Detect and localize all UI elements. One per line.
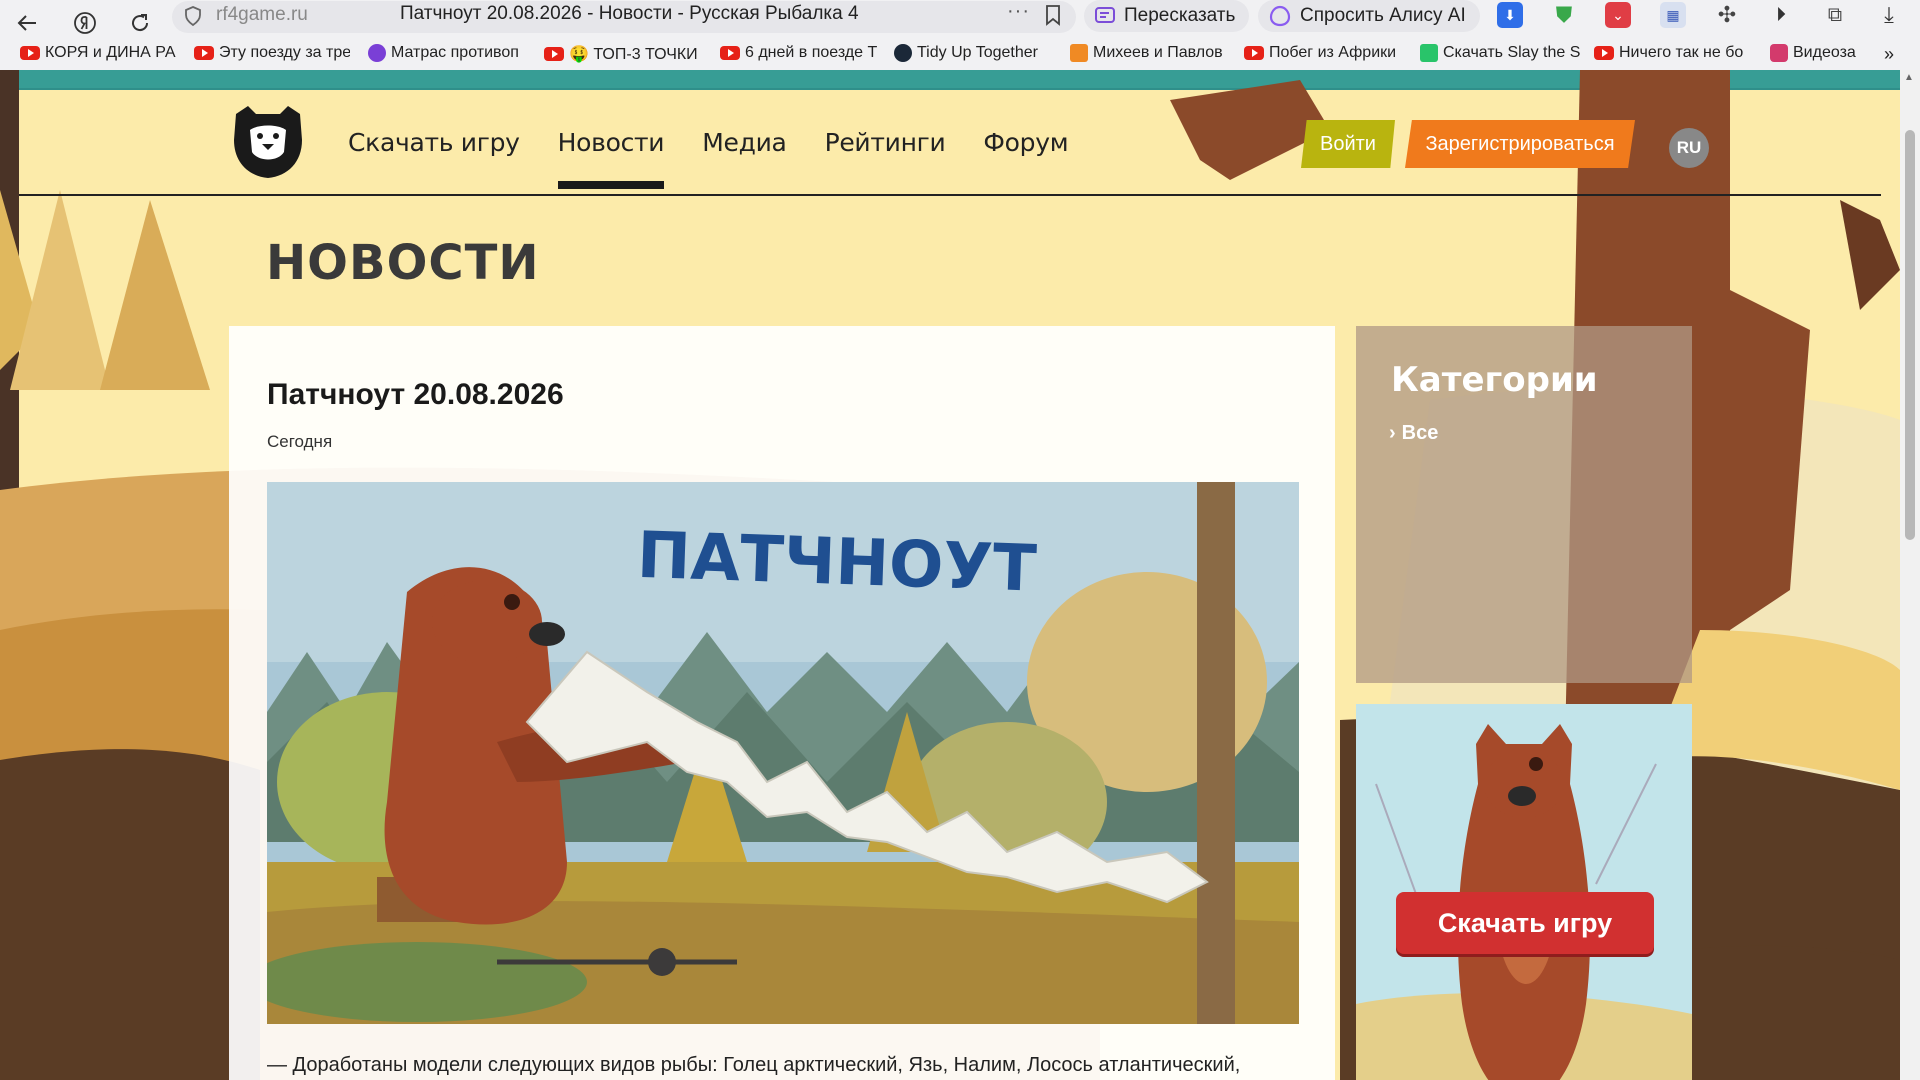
bookmarks-bar: КОРЯ и ДИНА РА Эту поезду за тре Матрас … (0, 40, 1920, 70)
back-arrow-icon[interactable] (10, 6, 44, 40)
media-ext-icon[interactable]: ⏵ (1768, 2, 1794, 28)
category-all-link[interactable]: › Все (1389, 422, 1438, 445)
retell-button[interactable]: Пересказать (1084, 0, 1250, 32)
nav-download-game[interactable]: Скачать игру (348, 128, 520, 189)
youtube-icon (20, 46, 40, 60)
article-date: Сегодня (267, 432, 333, 451)
site-header: Скачать игру Новости Медиа Рейтинги Фору… (19, 88, 1881, 196)
section-heading: НОВОСТИ (266, 235, 540, 291)
register-button[interactable]: Зарегистрироваться (1405, 120, 1635, 168)
more-bookmarks-button[interactable]: » (1884, 44, 1894, 65)
bookmark-item[interactable]: 🤑 ТОП-3 ТОЧКИ (544, 44, 702, 64)
nav-news[interactable]: Новости (557, 128, 665, 189)
bookmark-item[interactable]: Эту поезду за тре (194, 44, 350, 62)
article-paragraph: — Доработаны модели следующих видов рыбы… (267, 1054, 1241, 1076)
bookmark-item[interactable]: 6 дней в поезде Т (720, 44, 880, 62)
page-scrollbar[interactable]: ▲ (1900, 70, 1920, 1080)
pocket-ext-icon[interactable]: ⌄ (1605, 2, 1631, 28)
main-nav: Скачать игру Новости Медиа Рейтинги Фору… (348, 128, 1069, 189)
categories-panel: Категории › Все (1356, 326, 1692, 683)
article-title: Патчноут 20.08.2026 (267, 378, 564, 411)
orange-app-icon (1070, 44, 1088, 62)
illustration-heading: ПАТЧНОУТ (636, 519, 1038, 607)
bear-logo-icon[interactable] (228, 100, 308, 180)
bookmark-item[interactable]: Побег из Африки (1244, 44, 1404, 62)
translate-ext-icon[interactable]: ⧉ (1822, 2, 1848, 28)
steam-icon (894, 44, 912, 62)
categories-title: Категории (1391, 360, 1598, 400)
chevron-right-icon: › (1389, 422, 1396, 444)
youtube-icon (720, 46, 740, 60)
retell-icon (1095, 7, 1115, 23)
url-host[interactable]: rf4game.ru (216, 4, 308, 26)
purple-app-icon (368, 44, 386, 62)
bookmark-item[interactable]: Ничего так не бо (1594, 44, 1754, 62)
bookmark-item[interactable]: КОРЯ и ДИНА РА (20, 44, 176, 62)
news-article: Патчноут 20.08.2026 Сегодня ПАТЧНОУТ — Д… (229, 326, 1335, 1080)
yandex-logo-icon[interactable] (68, 6, 102, 40)
download-ext-icon[interactable]: ⬇ (1497, 2, 1523, 28)
green-app-icon (1420, 44, 1438, 62)
retell-label: Пересказать (1124, 5, 1236, 26)
language-switch[interactable]: RU (1669, 128, 1709, 168)
login-button[interactable]: Войти (1301, 120, 1395, 168)
bookmark-item[interactable]: Михеев и Павлов (1070, 44, 1230, 62)
more-dots-icon[interactable]: ··· (1007, 0, 1030, 23)
youtube-icon (1594, 46, 1614, 60)
youtube-icon (194, 46, 214, 60)
download-promo-banner[interactable]: Скачать игру (1356, 704, 1692, 1080)
reload-icon[interactable] (123, 6, 157, 40)
patchnote-illustration: ПАТЧНОУТ (267, 482, 1299, 1024)
video-app-icon (1770, 44, 1788, 62)
ask-alice-label: Спросить Алису AI (1300, 5, 1466, 26)
shield-check-ext-icon[interactable]: ⛊ (1551, 2, 1577, 28)
youtube-icon (1244, 46, 1264, 60)
bookmark-item[interactable]: Tidy Up Together (894, 44, 1054, 62)
alice-icon (1269, 5, 1291, 27)
page-title: Патчноут 20.08.2026 - Новости - Русская … (400, 3, 859, 24)
page-viewport: Скачать игру Новости Медиа Рейтинги Фору… (0, 70, 1900, 1080)
shield-icon[interactable] (184, 6, 202, 26)
category-all-label: Все (1401, 422, 1439, 444)
nav-media[interactable]: Медиа (702, 128, 787, 189)
scroll-thumb[interactable] (1905, 130, 1915, 540)
image-ext-icon[interactable]: ▦ (1660, 2, 1686, 28)
ask-alice-button[interactable]: Спросить Алису AI (1258, 0, 1480, 32)
bookmark-item[interactable]: Видеоза (1770, 44, 1868, 62)
download-game-button[interactable]: Скачать игру (1396, 892, 1654, 954)
scroll-up-icon[interactable]: ▲ (1904, 72, 1914, 83)
bookmark-item[interactable]: Матрас противоп (368, 44, 526, 62)
bookmark-item[interactable]: Скачать Slay the S (1420, 44, 1580, 62)
bear-reading-illustration: ПАТЧНОУТ (267, 482, 1299, 1024)
nav-ratings[interactable]: Рейтинги (825, 128, 946, 189)
youtube-icon (544, 47, 564, 61)
bookmark-icon[interactable] (1044, 4, 1062, 26)
puzzle-ext-icon[interactable]: ✣ (1714, 2, 1740, 28)
nav-forum[interactable]: Форум (983, 128, 1068, 189)
downloads-icon[interactable]: ⤓ (1876, 2, 1902, 28)
